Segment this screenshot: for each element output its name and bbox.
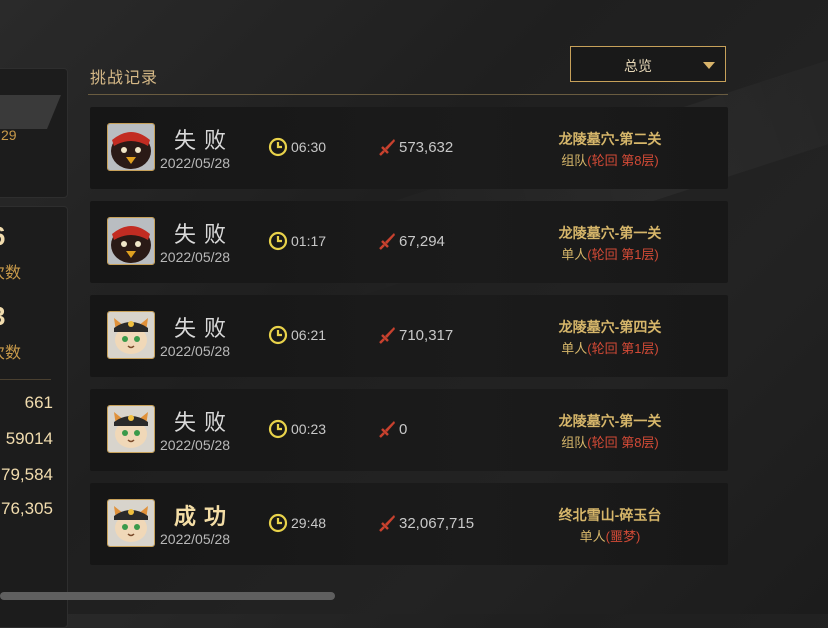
clock-icon bbox=[268, 137, 288, 157]
mode-prefix: 单人 bbox=[561, 247, 588, 262]
duration-text: 29:48 bbox=[291, 515, 327, 531]
record-date: 2022/05/28 bbox=[160, 437, 231, 453]
sword-icon bbox=[379, 139, 395, 156]
record-date: 2022/05/28 bbox=[160, 249, 231, 265]
mode-prefix: 单人 bbox=[579, 529, 606, 544]
record-date: 2022/05/28 bbox=[160, 343, 231, 359]
left-stats-panel: 6 次数 3 次数 661 59014 79,584 76,305 bbox=[0, 206, 68, 628]
record-date: 2022/05/28 bbox=[160, 155, 231, 171]
mode-prefix: 单人 bbox=[561, 341, 588, 356]
result-text: 失败 bbox=[174, 411, 235, 436]
sword-icon bbox=[379, 421, 395, 438]
stage-name: 龙陵墓穴-第一关 bbox=[558, 413, 662, 429]
mode-detail: (噩梦) bbox=[605, 529, 641, 544]
stat-label-1: 次数 bbox=[0, 265, 22, 282]
clock-icon bbox=[268, 513, 288, 533]
stage-name: 龙陵墓穴-第一关 bbox=[558, 225, 662, 241]
damage-text: 710,317 bbox=[399, 327, 454, 344]
stage-name: 龙陵墓穴-第四关 bbox=[558, 319, 662, 335]
stat-count-2: 3 bbox=[0, 301, 5, 332]
mode-text: 单人(轮回 第1层) bbox=[510, 244, 710, 263]
result-text: 失败 bbox=[174, 223, 235, 248]
record-row[interactable]: 失败 2022/05/28 01:17 67,294 龙陵墓穴-第一关 单人(轮… bbox=[90, 201, 728, 283]
stat-value-4: 76,305 bbox=[1, 499, 53, 518]
mode-text: 单人(噩梦) bbox=[510, 526, 710, 545]
stat-count-1: 6 bbox=[0, 221, 5, 252]
stat-value-2: 59014 bbox=[5, 429, 53, 448]
mode-detail: (轮回 第8层) bbox=[587, 153, 659, 168]
divider bbox=[0, 379, 51, 380]
red-bird-avatar bbox=[107, 123, 155, 171]
mode-detail: (轮回 第1层) bbox=[587, 341, 659, 356]
clock-icon bbox=[268, 419, 288, 439]
mode-prefix: 组队 bbox=[561, 435, 588, 450]
mode-prefix: 组队 bbox=[561, 153, 588, 168]
duration-text: 06:21 bbox=[291, 327, 327, 343]
result-text: 失败 bbox=[174, 317, 235, 342]
damage-text: 67,294 bbox=[399, 233, 445, 250]
clock-icon bbox=[268, 325, 288, 345]
sword-icon bbox=[379, 233, 395, 250]
mode-detail: (轮回 第1层) bbox=[587, 247, 659, 262]
stat-value-3: 79,584 bbox=[1, 465, 53, 484]
cat-avatar bbox=[107, 499, 155, 547]
overview-dropdown[interactable]: 总览 bbox=[570, 46, 726, 82]
mode-text: 单人(轮回 第1层) bbox=[510, 338, 710, 357]
panel-band bbox=[0, 95, 61, 129]
cat-avatar bbox=[107, 405, 155, 453]
stat-value-1: 661 bbox=[24, 393, 53, 412]
summary-value: 29 bbox=[1, 127, 17, 143]
damage-text: 573,632 bbox=[399, 139, 454, 156]
mode-text: 组队(轮回 第8层) bbox=[510, 432, 710, 451]
red-bird-avatar bbox=[107, 217, 155, 265]
mode-text: 组队(轮回 第8层) bbox=[510, 150, 710, 169]
record-row[interactable]: 失败 2022/05/28 06:21 710,317 龙陵墓穴-第四关 单人(… bbox=[90, 295, 728, 377]
horizontal-scrollbar[interactable] bbox=[0, 592, 335, 600]
stage-name: 终北雪山-碎玉台 bbox=[558, 507, 662, 523]
record-row[interactable]: 失败 2022/05/28 06:30 573,632 龙陵墓穴-第二关 组队(… bbox=[90, 107, 728, 189]
sword-icon bbox=[379, 327, 395, 344]
left-summary-panel: 29 bbox=[0, 68, 68, 198]
damage-text: 0 bbox=[399, 421, 408, 438]
result-text: 成功 bbox=[174, 504, 235, 530]
mode-detail: (轮回 第8层) bbox=[587, 435, 659, 450]
caret-down-icon bbox=[703, 62, 715, 69]
page-title: 挑战记录 bbox=[90, 70, 159, 87]
title-underline bbox=[88, 94, 728, 95]
record-row[interactable]: 失败 2022/05/28 00:23 0 龙陵墓穴-第一关 组队(轮回 第8层… bbox=[90, 389, 728, 471]
duration-text: 06:30 bbox=[291, 139, 327, 155]
damage-text: 32,067,715 bbox=[399, 515, 475, 532]
duration-text: 01:17 bbox=[291, 233, 327, 249]
record-row[interactable]: 成功 2022/05/28 29:48 32,067,715 终北雪山-碎玉台 … bbox=[90, 483, 728, 565]
stage-name: 龙陵墓穴-第二关 bbox=[558, 131, 662, 147]
clock-icon bbox=[268, 231, 288, 251]
record-date: 2022/05/28 bbox=[160, 531, 231, 547]
result-text: 失败 bbox=[174, 129, 235, 154]
dropdown-label: 总览 bbox=[624, 58, 652, 74]
stat-label-2: 次数 bbox=[0, 345, 22, 362]
duration-text: 00:23 bbox=[291, 421, 327, 437]
cat-avatar bbox=[107, 311, 155, 359]
sword-icon bbox=[379, 515, 395, 532]
